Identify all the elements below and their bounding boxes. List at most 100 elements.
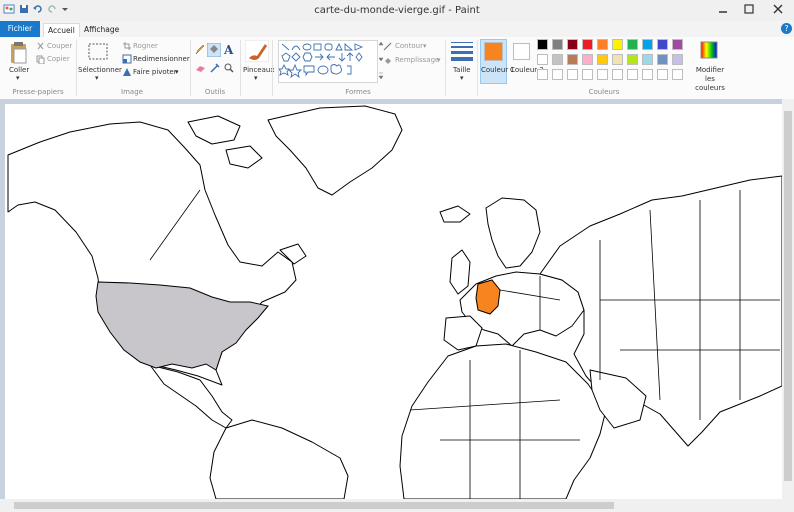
color2-swatch[interactable] (513, 43, 530, 60)
cut-button[interactable]: Couper (47, 42, 72, 50)
select-icon[interactable] (87, 42, 109, 62)
brushes-dropdown-icon[interactable]: ▾ (254, 74, 258, 82)
resize-button[interactable]: Redimensionner (133, 55, 190, 63)
edit-colors-icon[interactable] (699, 40, 719, 60)
crop-button[interactable]: Rogner (133, 42, 158, 50)
crop-icon (123, 42, 131, 50)
palette-color-swatch[interactable] (537, 69, 548, 80)
maximize-button[interactable] (736, 0, 762, 18)
palette-color-swatch[interactable] (537, 54, 548, 65)
shapes-gallery[interactable] (278, 40, 378, 83)
rotate-dropdown-icon[interactable]: ▾ (175, 68, 179, 76)
minimize-button[interactable] (710, 0, 736, 18)
clipboard-group-label: Presse-papiers (12, 88, 64, 96)
palette-color-swatch[interactable] (627, 69, 638, 80)
magnifier-icon[interactable] (224, 63, 234, 73)
maximize-icon (744, 4, 754, 14)
fill-icon (385, 58, 391, 64)
palette-color-swatch[interactable] (642, 54, 653, 65)
select-button[interactable]: Sélectionner (78, 66, 122, 74)
horizontal-scrollbar[interactable] (0, 499, 782, 512)
drawing-canvas[interactable] (5, 104, 782, 499)
fill-button[interactable]: Remplissage (395, 56, 439, 64)
shapes-group-label: Formes (345, 88, 371, 96)
palette-color-swatch[interactable] (627, 54, 638, 65)
select-dropdown-icon[interactable]: ▾ (95, 74, 99, 82)
palette-color-swatch[interactable] (582, 69, 593, 80)
paste-button[interactable]: Coller (9, 66, 29, 74)
palette-color-swatch[interactable] (552, 39, 563, 50)
palette-color-swatch[interactable] (627, 39, 638, 50)
palette-color-swatch[interactable] (582, 54, 593, 65)
palette-color-swatch[interactable] (552, 54, 563, 65)
outline-button[interactable]: Contour (395, 42, 423, 50)
close-icon (773, 4, 783, 14)
paste-icon[interactable] (9, 41, 29, 65)
palette-color-swatch[interactable] (657, 39, 668, 50)
palette-color-swatch[interactable] (567, 39, 578, 50)
tab-view[interactable]: Affichage (80, 23, 123, 37)
palette-color-swatch[interactable] (552, 69, 563, 80)
horizontal-scroll-thumb[interactable] (14, 502, 614, 509)
size-icon[interactable] (451, 41, 473, 61)
palette-color-swatch[interactable] (612, 54, 623, 65)
copy-button[interactable]: Copier (47, 55, 70, 63)
palette-color-swatch[interactable] (597, 69, 608, 80)
palette-color-swatch[interactable] (642, 69, 653, 80)
brush-icon[interactable] (245, 40, 269, 62)
svg-text:A: A (223, 43, 234, 55)
scroll-corner (782, 499, 794, 512)
map-africa (399, 343, 607, 499)
tab-home[interactable]: Accueil (43, 23, 80, 38)
pencil-icon[interactable] (195, 44, 205, 55)
cut-icon (37, 42, 44, 50)
window-title: carte-du-monde-vierge.gif - Paint (314, 5, 480, 16)
paste-dropdown-icon[interactable]: ▾ (16, 74, 20, 82)
palette-color-swatch[interactable] (657, 54, 668, 65)
brushes-button[interactable]: Pinceaux (243, 66, 274, 74)
palette-color-swatch[interactable] (582, 39, 593, 50)
eraser-icon[interactable] (195, 64, 206, 73)
tab-file[interactable]: Fichier (0, 21, 40, 37)
palette-color-swatch[interactable] (672, 54, 683, 65)
palette-color-swatch[interactable] (657, 69, 668, 80)
separator (240, 40, 241, 96)
palette-color-swatch[interactable] (642, 39, 653, 50)
ribbon-tabs: Fichier Accueil Affichage ? (0, 21, 794, 38)
help-icon[interactable]: ? (781, 23, 792, 34)
resize-icon (122, 54, 132, 64)
palette-color-swatch[interactable] (597, 54, 608, 65)
world-map-drawing[interactable] (5, 104, 782, 499)
map-arctic-islands (187, 115, 241, 145)
map-south-america (209, 419, 349, 499)
close-button[interactable] (762, 0, 794, 18)
palette-color-swatch[interactable] (672, 39, 683, 50)
canvas-area (0, 99, 794, 512)
size-button[interactable]: Taille (453, 66, 471, 74)
color-picker-icon[interactable] (210, 63, 220, 73)
rotate-icon (123, 68, 131, 76)
window-controls (710, 0, 794, 18)
palette-color-swatch[interactable] (597, 39, 608, 50)
image-group-label: Image (121, 88, 143, 96)
fill-dropdown-icon[interactable]: ▾ (437, 56, 441, 64)
minimize-icon (719, 11, 727, 13)
text-icon[interactable]: A (223, 43, 235, 55)
map-arctic-island-2 (225, 145, 263, 169)
copy-icon (36, 55, 45, 64)
palette-color-swatch[interactable] (672, 69, 683, 80)
vertical-scrollbar[interactable] (782, 99, 794, 499)
size-dropdown-icon[interactable]: ▾ (460, 74, 464, 82)
rotate-button[interactable]: Faire pivoter (133, 68, 177, 76)
palette-color-swatch[interactable] (567, 69, 578, 80)
ribbon: Coller ▾ Couper Copier Presse-papiers Sé… (0, 37, 794, 100)
palette-color-swatch[interactable] (567, 54, 578, 65)
palette-color-swatch[interactable] (612, 69, 623, 80)
palette-color-swatch[interactable] (537, 39, 548, 50)
tools-group-label: Outils (204, 88, 226, 96)
map-greenland (267, 105, 403, 196)
outline-dropdown-icon[interactable]: ▾ (423, 42, 427, 50)
palette-color-swatch[interactable] (612, 39, 623, 50)
vertical-scroll-thumb[interactable] (784, 111, 792, 481)
fill-bucket-icon[interactable] (207, 43, 221, 57)
